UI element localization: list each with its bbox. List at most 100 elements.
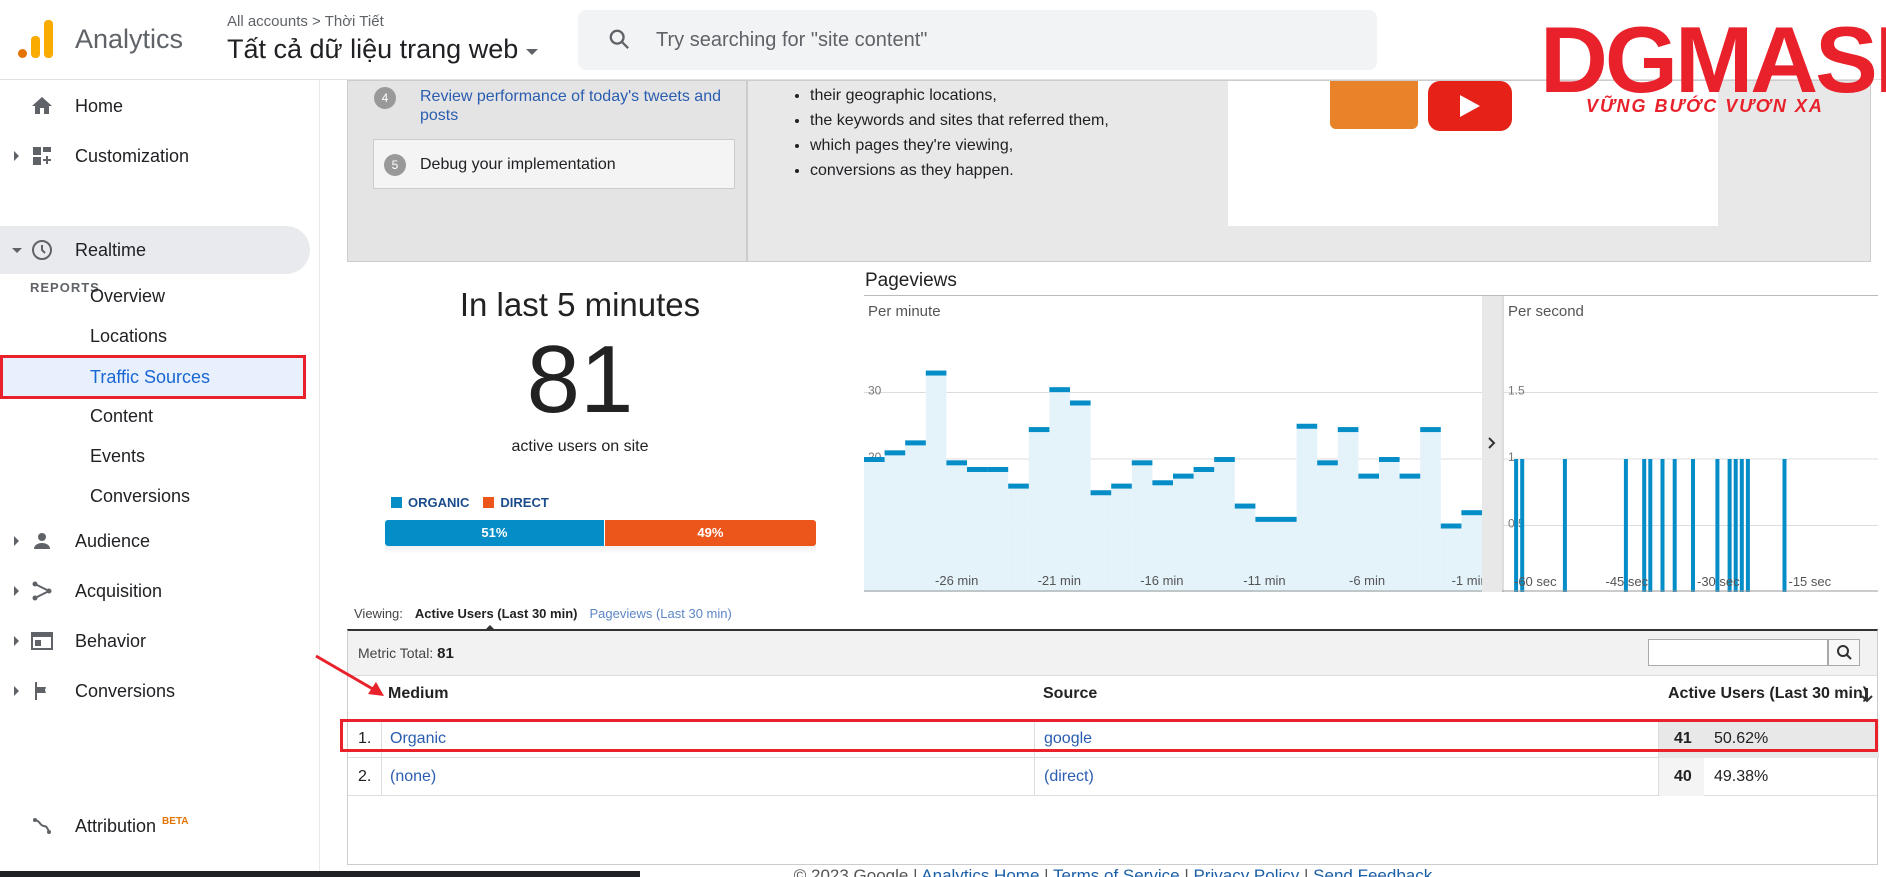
- x-tick-label: -6 min: [1349, 573, 1385, 588]
- minute-bar[interactable]: [1317, 460, 1338, 466]
- footer-link-privacy[interactable]: Privacy Policy: [1193, 866, 1299, 877]
- caret-down-icon: [526, 48, 539, 55]
- second-bar[interactable]: [1745, 459, 1750, 592]
- minute-bar[interactable]: [967, 466, 988, 472]
- minute-bar[interactable]: [1028, 427, 1050, 433]
- minute-bar[interactable]: [1214, 457, 1235, 462]
- second-bar[interactable]: [1715, 459, 1720, 592]
- sidebar-subitem-traffic-sources[interactable]: Traffic Sources: [0, 355, 306, 399]
- minute-bar[interactable]: [1461, 510, 1482, 516]
- minute-bar[interactable]: [1337, 427, 1359, 433]
- option-pageviews[interactable]: Pageviews (Last 30 min): [589, 606, 731, 621]
- sidebar-subitem-events[interactable]: Events: [0, 436, 306, 476]
- second-bar[interactable]: [1733, 459, 1738, 592]
- minute-bar[interactable]: [1399, 473, 1421, 479]
- minute-bar[interactable]: [905, 440, 926, 446]
- second-bar[interactable]: [1782, 459, 1787, 592]
- minute-bar[interactable]: [1111, 483, 1132, 489]
- sidebar-item-label: Attribution: [75, 815, 157, 836]
- sidebar-item-behavior[interactable]: Behavior: [0, 617, 310, 665]
- footer-link-feedback[interactable]: Send Feedback: [1313, 866, 1432, 877]
- minute-bar[interactable]: [1276, 516, 1297, 522]
- footer-link-home[interactable]: Analytics Home: [921, 866, 1039, 877]
- minute-bar[interactable]: [1358, 473, 1379, 479]
- sidebar-subitem-content[interactable]: Content: [0, 396, 306, 436]
- minute-bar[interactable]: [1379, 457, 1400, 462]
- step-5[interactable]: 5 Debug your implementation: [373, 139, 735, 189]
- property-selector[interactable]: Tất cả dữ liệu trang web: [227, 34, 539, 65]
- sidebar-subitem-locations[interactable]: Locations: [0, 316, 306, 356]
- sidebar-item-audience[interactable]: Audience: [0, 517, 310, 565]
- minute-bar[interactable]: [1131, 460, 1153, 466]
- dgmasia-watermark-logo: DGMASIA VỮNG BƯỚC VƯƠN XA: [1540, 0, 1886, 120]
- minute-bar[interactable]: [1008, 483, 1029, 489]
- medium-link[interactable]: (none): [390, 758, 436, 796]
- search-input[interactable]: [656, 10, 1356, 70]
- sidebar-item-label: Audience: [75, 530, 151, 551]
- pageviews-title: Pageviews: [865, 270, 957, 291]
- search-bar[interactable]: [578, 10, 1377, 70]
- sidebar-subitem-overview[interactable]: Overview: [0, 276, 306, 316]
- second-bar[interactable]: [1691, 459, 1695, 592]
- table-search-button[interactable]: [1828, 639, 1860, 666]
- second-bar[interactable]: [1562, 459, 1567, 592]
- minute-bar[interactable]: [884, 450, 906, 456]
- x-tick-label: -21 min: [1038, 573, 1081, 588]
- source-link[interactable]: google: [1044, 720, 1092, 758]
- analytics-logo-icon[interactable]: [18, 20, 53, 58]
- minute-bar[interactable]: [946, 460, 967, 466]
- second-bar[interactable]: [1520, 459, 1525, 592]
- minute-bar[interactable]: [1173, 473, 1194, 479]
- minute-bar[interactable]: [1152, 480, 1173, 486]
- second-bar[interactable]: [1623, 459, 1628, 592]
- option-active-users[interactable]: Active Users (Last 30 min): [415, 606, 578, 621]
- column-source[interactable]: Source: [1043, 685, 1097, 703]
- chevron-right-icon[interactable]: [1482, 296, 1502, 592]
- minute-bar[interactable]: [1070, 400, 1091, 406]
- sidebar-item-customization[interactable]: Customization: [0, 132, 310, 180]
- minute-bar[interactable]: [1049, 387, 1070, 393]
- collapse-arrow-icon: [12, 247, 22, 253]
- source-link[interactable]: (direct): [1044, 758, 1094, 796]
- step-link[interactable]: Review performance of today's tweets and…: [420, 87, 740, 125]
- second-bar[interactable]: [1672, 459, 1677, 592]
- column-active-users[interactable]: Active Users (Last 30 min): [1668, 685, 1868, 703]
- table-filter-input[interactable]: [1648, 639, 1828, 666]
- minute-bar[interactable]: [864, 457, 885, 462]
- chart-splitter[interactable]: [1482, 296, 1502, 592]
- minute-bar[interactable]: [987, 466, 1009, 472]
- sidebar-item-home[interactable]: Home: [0, 82, 310, 130]
- medium-link[interactable]: Organic: [390, 720, 446, 758]
- minute-bar[interactable]: [1420, 427, 1441, 433]
- breadcrumb-root[interactable]: All accounts: [227, 13, 308, 30]
- second-bar[interactable]: [1727, 459, 1732, 592]
- minute-bar[interactable]: [1234, 503, 1256, 509]
- sidebar-item-acquisition[interactable]: Acquisition: [0, 567, 310, 615]
- sidebar-item-attribution[interactable]: Attribution BETA: [0, 802, 310, 850]
- second-bar[interactable]: [1642, 459, 1647, 592]
- sidebar-item-realtime[interactable]: Realtime: [0, 226, 310, 274]
- second-bar[interactable]: [1514, 459, 1519, 592]
- minute-bar[interactable]: [925, 370, 947, 376]
- sort-descending-icon[interactable]: [1860, 687, 1874, 703]
- second-bar[interactable]: [1648, 459, 1653, 592]
- footer-separator: |: [1184, 866, 1189, 877]
- column-medium[interactable]: Medium: [388, 685, 448, 703]
- breadcrumb-account[interactable]: Thời Tiết: [325, 13, 384, 30]
- sidebar-item-conversions[interactable]: Conversions: [0, 667, 310, 715]
- table-row[interactable]: 1. Organic google 41 50.62%: [340, 719, 1879, 758]
- annotation-arrow-icon: [315, 654, 384, 696]
- minute-bar[interactable]: [1296, 423, 1318, 429]
- sidebar-subitem-conversions[interactable]: Conversions: [0, 476, 306, 516]
- footer-link-terms[interactable]: Terms of Service: [1053, 866, 1180, 877]
- area-column: [864, 459, 885, 592]
- minute-bar[interactable]: [1255, 516, 1276, 522]
- minute-bar[interactable]: [1440, 523, 1462, 529]
- minute-bar[interactable]: [1193, 466, 1215, 472]
- second-bar[interactable]: [1739, 459, 1744, 592]
- second-bar[interactable]: [1660, 459, 1665, 592]
- youtube-play-icon[interactable]: [1428, 81, 1512, 131]
- table-row[interactable]: 2. (none) (direct) 40 49.38%: [348, 758, 1877, 796]
- users-percent: 49.38%: [1714, 768, 1769, 785]
- minute-bar[interactable]: [1090, 490, 1112, 496]
